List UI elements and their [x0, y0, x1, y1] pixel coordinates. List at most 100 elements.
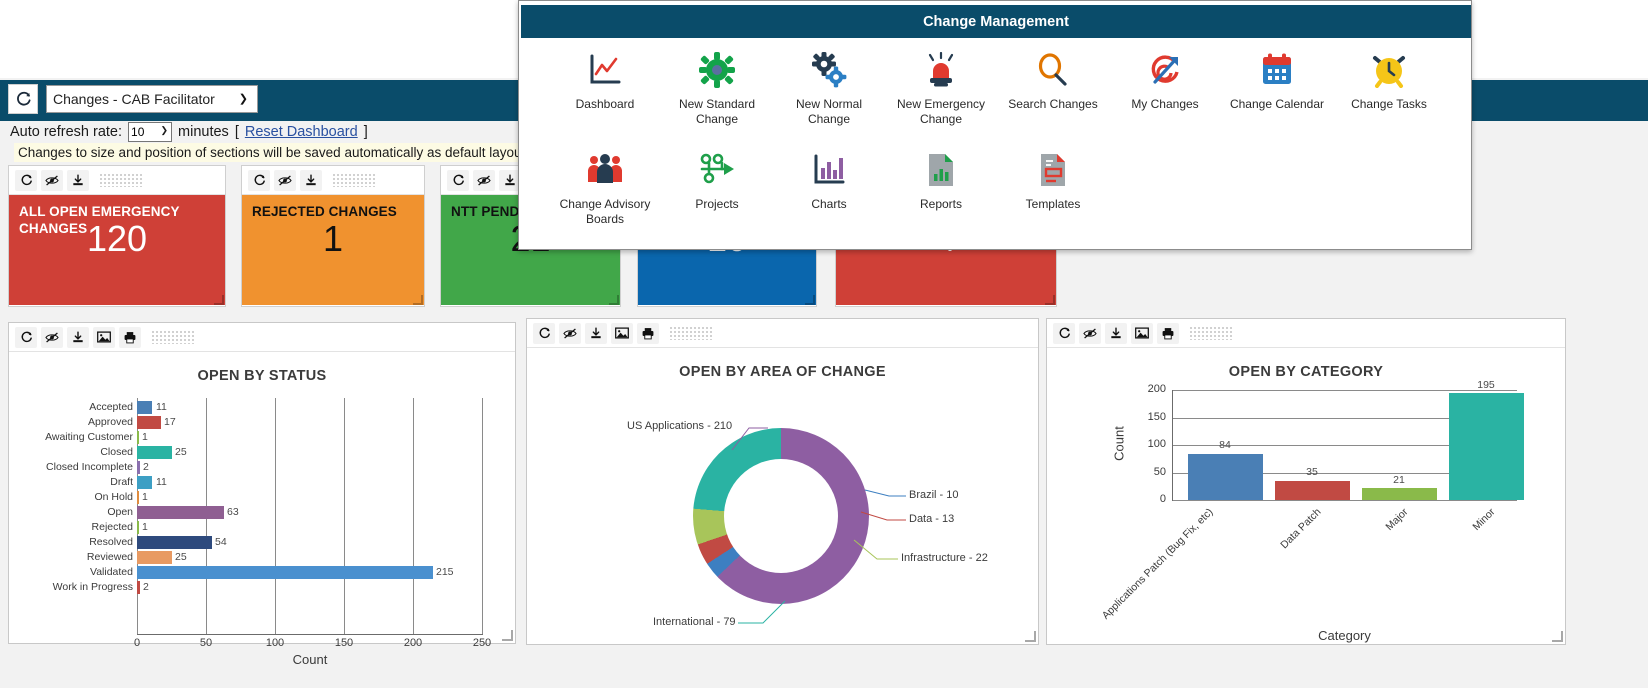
download-icon[interactable] — [300, 169, 322, 191]
image-icon[interactable] — [93, 326, 115, 348]
widget-toolbar — [1047, 319, 1565, 348]
hide-icon[interactable] — [41, 169, 63, 191]
refresh-rate-wrap: 10 ❯ — [128, 122, 173, 142]
refresh-rate-select[interactable]: 10 — [128, 122, 173, 142]
bar-value: 11 — [156, 476, 167, 488]
bar — [137, 566, 433, 579]
download-icon[interactable] — [1105, 322, 1127, 344]
widget-toolbar — [242, 166, 424, 195]
refresh-icon[interactable] — [248, 169, 270, 191]
kpi-tile[interactable]: ALL OPEN EMERGENCY CHANGES 120 — [8, 165, 226, 307]
slice-label-brazil: Brazil - 10 — [909, 489, 959, 501]
hide-icon[interactable] — [559, 322, 581, 344]
bar-value: 195 — [1477, 379, 1495, 391]
refresh-icon[interactable] — [533, 322, 555, 344]
chart-title: OPEN BY CATEGORY — [1228, 364, 1384, 380]
auto-refresh-label: Auto refresh rate: — [10, 124, 123, 140]
hide-icon[interactable] — [1079, 322, 1101, 344]
download-icon[interactable] — [67, 326, 89, 348]
dashboard-select[interactable]: Changes - CAB Facilitator — [46, 85, 258, 113]
bar-category-label: Resolved — [89, 536, 133, 548]
refresh-icon[interactable] — [15, 169, 37, 191]
chart-panel-open-by-status[interactable]: OPEN BY STATUS Accepted 11 Approved 17 A… — [8, 322, 516, 667]
bar-value: 11 — [156, 401, 167, 413]
menu-item-label: Search Changes — [1008, 97, 1098, 111]
menu-item-my-changes[interactable]: My Changes — [1109, 43, 1221, 127]
kpi-value: 1 — [322, 218, 344, 259]
donut-hole — [724, 459, 838, 573]
menu-item-change-advisory-boards[interactable]: Change Advisory Boards — [549, 143, 661, 227]
download-icon[interactable] — [585, 322, 607, 344]
resize-handle[interactable] — [1045, 295, 1055, 305]
refresh-icon[interactable] — [447, 169, 469, 191]
menu-item-dashboard[interactable]: Dashboard — [549, 43, 661, 127]
bar — [1275, 480, 1350, 500]
bar-value: 1 — [142, 491, 148, 503]
y-tick-label: 200 — [1147, 383, 1166, 395]
bar-value: 63 — [227, 506, 239, 518]
menu-row-2: Change Advisory Boards Projects Charts R… — [519, 143, 1471, 227]
bar-value: 25 — [175, 446, 187, 458]
bar-row: Reviewed 25 — [9, 551, 515, 564]
menu-item-search-changes[interactable]: Search Changes — [997, 43, 1109, 127]
print-icon[interactable] — [637, 322, 659, 344]
bar-row: Resolved 54 — [9, 536, 515, 549]
print-icon[interactable] — [119, 326, 141, 348]
slice-label-infrastructure: Infrastructure - 22 — [901, 552, 988, 564]
menu-item-templates[interactable]: Templates — [997, 143, 1109, 227]
menu-item-new-standard-change[interactable]: New Standard Change — [661, 43, 773, 127]
menu-item-label: Change Advisory Boards — [559, 197, 651, 226]
kpi-body: REJECTED CHANGES 1 — [242, 195, 424, 305]
menu-item-new-emergency-change[interactable]: New Emergency Change — [885, 43, 997, 127]
chart-panel-open-by-area[interactable]: OPEN BY AREA OF CHANGE US Applications -… — [526, 318, 1039, 645]
resize-handle[interactable] — [805, 295, 815, 305]
kpi-tile[interactable]: REJECTED CHANGES 1 — [241, 165, 425, 307]
hide-icon[interactable] — [274, 169, 296, 191]
menu-item-projects[interactable]: Projects — [661, 143, 773, 227]
drag-grip[interactable] — [669, 326, 713, 340]
dashboard-refresh-button[interactable] — [8, 84, 38, 114]
menu-item-change-tasks[interactable]: Change Tasks — [1333, 43, 1445, 127]
bar-value: 17 — [164, 416, 176, 428]
download-icon[interactable] — [67, 169, 89, 191]
x-category-label: Applications Patch (Bug Fix, etc) — [1099, 506, 1216, 622]
drag-grip[interactable] — [332, 173, 376, 187]
resize-handle[interactable] — [413, 295, 423, 305]
line-chart-icon — [587, 49, 623, 91]
image-icon[interactable] — [1131, 322, 1153, 344]
refresh-icon[interactable] — [15, 326, 37, 348]
hide-icon[interactable] — [473, 169, 495, 191]
bar — [137, 431, 139, 444]
resize-handle[interactable] — [1025, 631, 1036, 642]
resize-handle[interactable] — [502, 630, 513, 641]
chart-panel-open-by-category[interactable]: OPEN BY CATEGORY 200 150 100 50 0 Count … — [1046, 318, 1566, 645]
bar-value: 21 — [1393, 474, 1405, 486]
menu-item-label: New Emergency Change — [896, 97, 986, 126]
resize-handle[interactable] — [214, 295, 224, 305]
menu-row-1: Dashboard New Standard Change New Normal… — [519, 43, 1471, 127]
bar-category-label: Open — [107, 506, 133, 518]
x-tick-label: 100 — [265, 637, 285, 649]
refresh-icon[interactable] — [1053, 322, 1075, 344]
menu-item-charts[interactable]: Charts — [773, 143, 885, 227]
drag-grip[interactable] — [99, 173, 143, 187]
menu-item-change-calendar[interactable]: Change Calendar — [1221, 43, 1333, 127]
bar — [137, 521, 139, 534]
bar-value: 2 — [143, 461, 149, 473]
resize-handle[interactable] — [609, 295, 619, 305]
hide-icon[interactable] — [41, 326, 63, 348]
menu-item-new-normal-change[interactable]: New Normal Change — [773, 43, 885, 127]
bar — [137, 461, 140, 474]
menu-item-reports[interactable]: Reports — [885, 143, 997, 227]
x-axis-title: Count — [292, 652, 328, 667]
reset-dashboard-link[interactable]: Reset Dashboard — [245, 124, 358, 140]
drag-grip[interactable] — [1189, 326, 1233, 340]
drag-grip[interactable] — [151, 330, 195, 344]
topbar-controls: Changes - CAB Facilitator ❯ — [8, 84, 258, 114]
slice-label-international: International - 79 — [653, 616, 736, 628]
resize-handle[interactable] — [1552, 631, 1563, 642]
bar-row: Validated 215 — [9, 566, 515, 579]
target-arrow-icon — [1147, 49, 1183, 91]
print-icon[interactable] — [1157, 322, 1179, 344]
image-icon[interactable] — [611, 322, 633, 344]
